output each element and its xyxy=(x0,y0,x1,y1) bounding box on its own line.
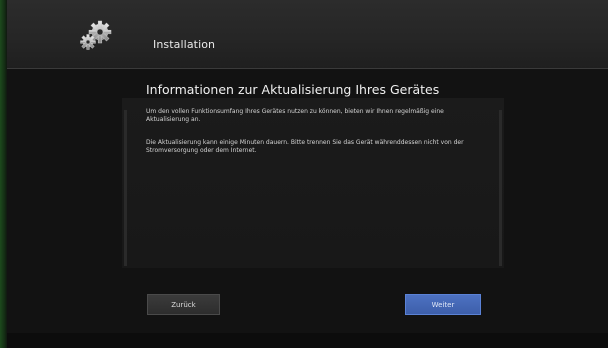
left-edge-strip xyxy=(0,0,7,348)
header-bar: Installation xyxy=(7,0,608,69)
content-heading: Informationen zur Aktualisierung Ihres G… xyxy=(146,82,440,97)
next-button[interactable]: Weiter xyxy=(405,294,481,315)
tv-screen: Installation Informationen zur Aktualisi… xyxy=(0,0,608,348)
info-paragraph-2: Die Aktualisierung kann einige Minuten d… xyxy=(146,139,464,154)
gear-icon xyxy=(80,20,112,50)
back-button[interactable]: Zurück xyxy=(147,294,220,315)
panel-border-left xyxy=(124,110,127,266)
info-paragraph-1: Um den vollen Funktionsumfang Ihres Gerä… xyxy=(146,108,444,123)
panel-border-right xyxy=(499,110,502,266)
page-title: Installation xyxy=(153,38,216,51)
bottom-bar xyxy=(7,333,608,348)
